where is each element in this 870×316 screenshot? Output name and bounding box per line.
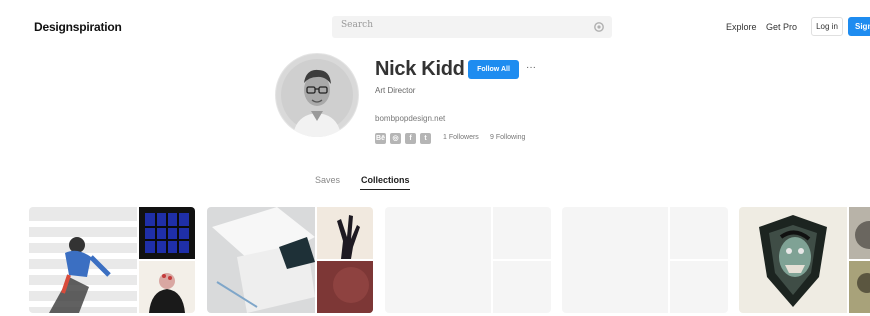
- collection-thumbnail: [139, 207, 195, 259]
- nav-explore[interactable]: Explore: [726, 22, 757, 32]
- collection-card[interactable]: [29, 207, 195, 313]
- collection-thumbnail-placeholder: [670, 207, 728, 259]
- facebook-icon[interactable]: f: [405, 133, 416, 144]
- more-options-icon[interactable]: ···: [526, 62, 536, 73]
- follow-all-button[interactable]: Follow All: [468, 60, 519, 79]
- collection-card[interactable]: [562, 207, 728, 313]
- avatar: [275, 53, 359, 137]
- logo[interactable]: Designspiration: [34, 20, 122, 34]
- tab-saves[interactable]: Saves: [315, 175, 340, 185]
- collection-thumbnail-placeholder: [493, 261, 551, 313]
- login-button[interactable]: Log in: [811, 17, 843, 36]
- collection-thumbnail-placeholder: [493, 207, 551, 259]
- collection-thumbnail: [207, 207, 315, 313]
- collection-thumbnail-placeholder: [670, 261, 728, 313]
- collection-card[interactable]: [739, 207, 870, 313]
- profile-name: Nick Kidd: [375, 58, 465, 80]
- collection-thumbnail: [317, 207, 373, 259]
- profile-role: Art Director: [375, 86, 416, 95]
- collection-thumbnail: [139, 261, 195, 313]
- following-count[interactable]: 9 Following: [490, 134, 525, 141]
- collection-thumbnail-placeholder: [385, 207, 491, 313]
- collection-thumbnail-placeholder: [562, 207, 668, 313]
- search-placeholder: Search: [341, 20, 373, 30]
- collection-thumbnail: [317, 261, 373, 313]
- collection-card[interactable]: [385, 207, 551, 313]
- collection-card[interactable]: [207, 207, 373, 313]
- behance-icon[interactable]: Bē: [375, 133, 386, 144]
- profile-website-link[interactable]: bombpopdesign.net: [375, 114, 445, 123]
- nav-get-pro[interactable]: Get Pro: [766, 22, 797, 32]
- instagram-icon[interactable]: ◎: [390, 133, 401, 144]
- followers-count[interactable]: 1 Followers: [443, 134, 479, 141]
- twitter-icon[interactable]: t: [420, 133, 431, 144]
- collection-thumbnail: [849, 207, 870, 259]
- signup-button[interactable]: Sign: [848, 17, 870, 36]
- active-tab-indicator: [360, 189, 410, 190]
- collection-thumbnail: [29, 207, 137, 313]
- search-input[interactable]: Search: [332, 16, 612, 38]
- collection-thumbnail: [739, 207, 847, 313]
- tab-collections[interactable]: Collections: [361, 175, 410, 185]
- collection-thumbnail: [849, 261, 870, 313]
- camera-search-icon[interactable]: [593, 21, 605, 33]
